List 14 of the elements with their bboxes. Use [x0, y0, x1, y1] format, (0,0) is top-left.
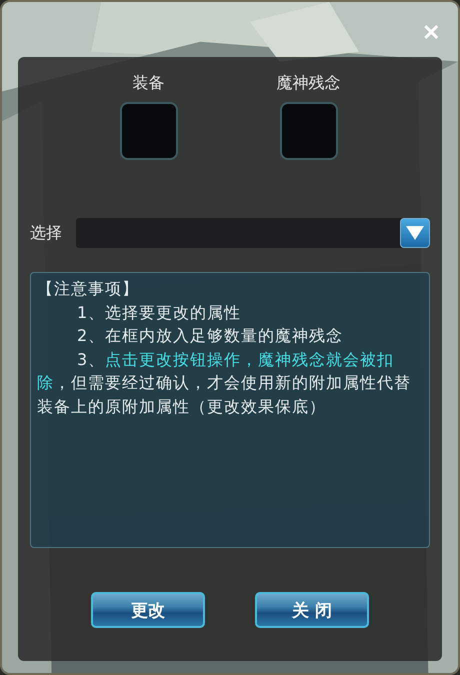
note-text: 2、在框内放入足够数量的魔神残念	[76, 325, 344, 347]
triangle-down-icon	[405, 225, 425, 241]
select-dropdown[interactable]	[76, 218, 430, 248]
slot-label: 装备	[132, 73, 164, 94]
dropdown-button[interactable]	[400, 218, 430, 248]
note-text: 1、选择要更改的属性	[76, 302, 242, 324]
action-button[interactable]: 更改	[91, 592, 205, 628]
slot-label: 魔神残念	[276, 73, 340, 94]
select-label: 选择	[30, 222, 63, 244]
action-button[interactable]: 关 闭	[255, 592, 369, 628]
note-text: 3、点击更改按钮操作，魔神残念就会被扣除，但需要经过确认，才会使用新的附加属性代替装备上的原附加属性（更改效果保底）	[37, 348, 412, 418]
item-slot[interactable]	[280, 102, 338, 160]
notes-title: 【注意事项】	[37, 278, 140, 300]
item-slot[interactable]	[120, 102, 178, 160]
